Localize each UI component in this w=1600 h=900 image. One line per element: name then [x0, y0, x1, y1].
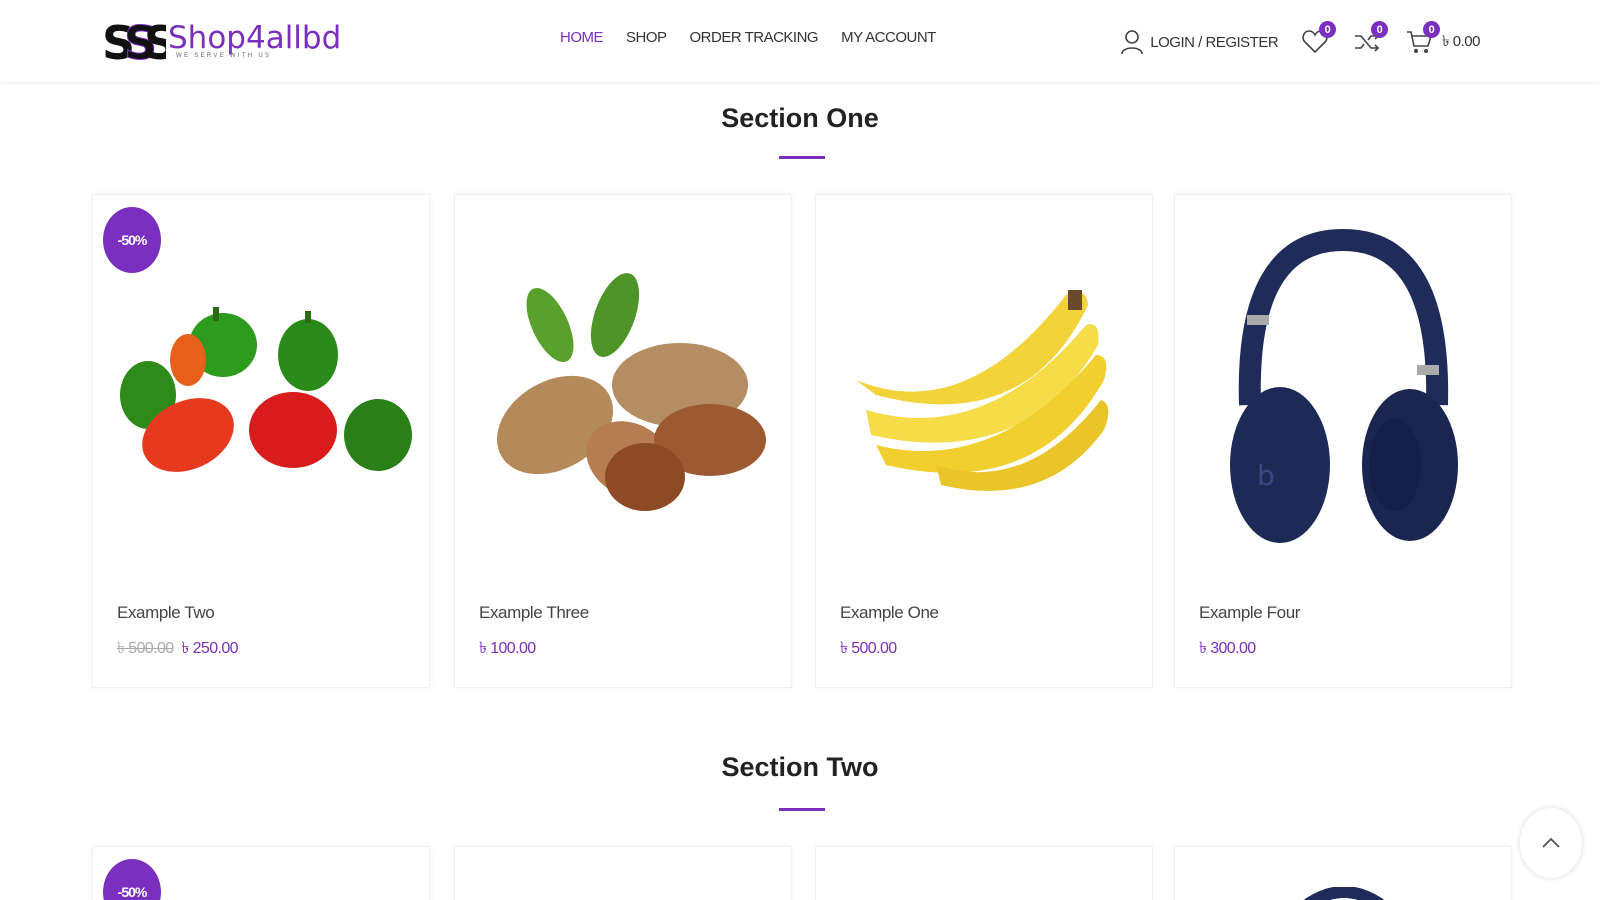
nav-order-tracking[interactable]: ORDER TRACKING: [690, 29, 819, 46]
current-price: ৳ 300.00: [1199, 640, 1256, 657]
nav-my-account[interactable]: MY ACCOUNT: [841, 29, 936, 46]
product-card[interactable]: [815, 846, 1153, 900]
product-image-headphones: [1303, 887, 1385, 900]
old-price: ৳ 500.00: [117, 640, 174, 657]
product-card[interactable]: [454, 846, 792, 900]
product-name[interactable]: Example Four: [1199, 603, 1300, 623]
login-register-link[interactable]: LOGIN / REGISTER: [1120, 29, 1279, 55]
product-card[interactable]: -50%: [92, 846, 430, 900]
cart-total: ৳ 0.00: [1442, 32, 1480, 50]
current-price: ৳ 500.00: [840, 640, 897, 657]
scroll-to-top-button[interactable]: [1520, 808, 1582, 878]
logo-tagline: WE SERVE WITH US: [176, 53, 272, 59]
wishlist-count-badge: 0: [1319, 21, 1337, 38]
chevron-up-icon: [1542, 837, 1560, 848]
product-name[interactable]: Example One: [840, 603, 939, 623]
product-card[interactable]: Example Three ৳ 100.00: [454, 194, 792, 688]
cart-count-badge: 0: [1423, 21, 1441, 38]
site-header: S S S Shop4allbd WE SERVE WITH US HOME S…: [0, 0, 1600, 82]
product-price: ৳ 100.00: [479, 635, 536, 662]
product-name[interactable]: Example Three: [479, 603, 589, 623]
header-actions: LOGIN / REGISTER 0 0 0 ৳ 0.00: [1120, 21, 1480, 62]
product-price: ৳ 300.00: [1199, 635, 1256, 662]
product-card[interactable]: Example One ৳ 500.00: [815, 194, 1153, 688]
cart-button[interactable]: 0 ৳ 0.00: [1404, 21, 1480, 57]
product-name[interactable]: Example Two: [117, 603, 215, 623]
svg-text:S: S: [144, 16, 166, 69]
section-two-title: Section Two: [721, 752, 879, 782]
section-two-underline: [779, 808, 825, 811]
user-icon: [1121, 30, 1144, 55]
section-one-underline: [779, 156, 825, 159]
cart-icon-wrap: 0: [1404, 21, 1441, 57]
product-image-almonds: [496, 273, 766, 511]
wishlist-button[interactable]: 0: [1300, 21, 1337, 57]
site-logo[interactable]: S S S Shop4allbd WE SERVE WITH US: [102, 12, 382, 70]
svg-text:b: b: [1257, 459, 1275, 492]
current-price: ৳ 250.00: [181, 640, 238, 657]
sale-badge: -50%: [103, 859, 161, 900]
logo-text: Shop4allbd: [168, 19, 342, 56]
nav-home[interactable]: HOME: [560, 29, 604, 46]
compare-button[interactable]: 0: [1352, 21, 1389, 57]
product-card[interactable]: [1174, 846, 1512, 900]
section-one-title: Section One: [721, 103, 879, 133]
sale-badge: -50%: [103, 207, 161, 273]
product-card[interactable]: -50% Example Two ৳ 500.00 ৳ 250.00: [92, 194, 430, 688]
nav-shop[interactable]: SHOP: [626, 29, 667, 46]
logo-mark-icon: S S S: [102, 16, 166, 70]
current-price: ৳ 100.00: [479, 640, 536, 657]
product-image-headphones: b: [1230, 228, 1458, 543]
compare-count-badge: 0: [1371, 21, 1389, 38]
product-card[interactable]: b Example Four ৳ 300.00: [1174, 194, 1512, 688]
product-price: ৳ 500.00 ৳ 250.00: [117, 635, 239, 662]
main-nav: HOME SHOP ORDER TRACKING MY ACCOUNT: [560, 29, 936, 46]
product-image-bananas: [856, 290, 1109, 491]
product-price: ৳ 500.00: [840, 635, 897, 662]
login-register-label: LOGIN / REGISTER: [1150, 33, 1279, 51]
